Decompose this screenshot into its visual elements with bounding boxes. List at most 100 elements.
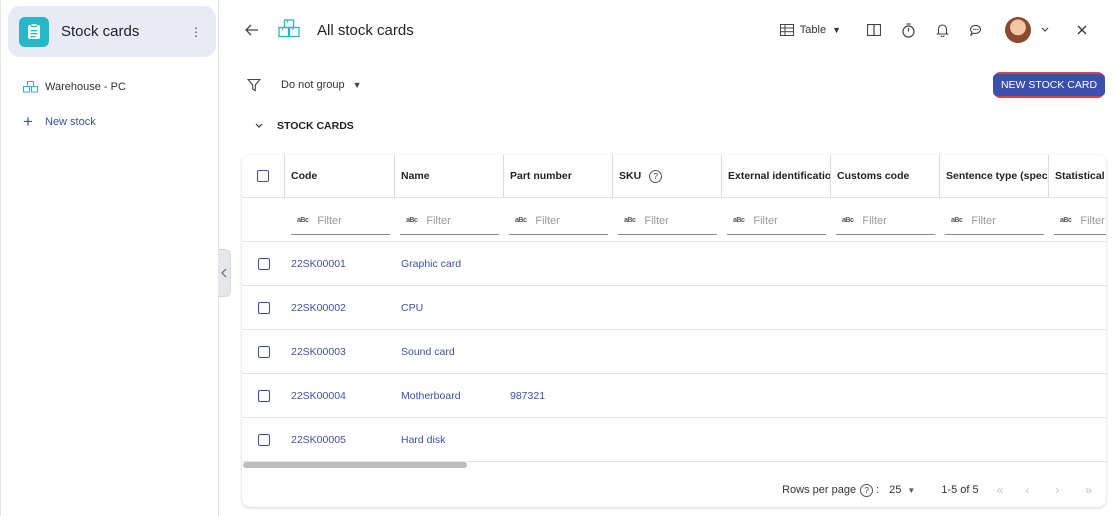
column-label: Name [401,170,430,182]
filter-input-sentence-type[interactable]: aBc Filter [945,207,1044,235]
column-label: Customs code [837,170,910,182]
text-filter-icon: aBc [406,217,418,224]
new-stock-card-label: NEW STOCK CARD [992,74,1106,96]
filter-input-statistical[interactable]: aBc Filter [1054,207,1106,235]
chat-button[interactable] [959,15,993,45]
filter-input-name[interactable]: aBc Filter [400,207,499,235]
user-menu[interactable] [997,15,1049,45]
page-title: All stock cards [317,22,414,39]
chat-icon [969,24,981,36]
filter-placeholder: Filter [862,214,887,227]
column-header-part-number[interactable]: Part number [504,155,613,197]
filter-placeholder: Filter [1080,214,1105,227]
name-link[interactable]: Graphic card [401,258,461,270]
colon: : [876,484,880,496]
next-page-icon[interactable]: › [1055,483,1059,497]
close-button[interactable] [1065,15,1099,45]
name-link[interactable]: Motherboard [401,390,461,402]
row-checkbox[interactable] [257,433,270,446]
rows-per-page-value: 25 [889,484,902,496]
last-page-icon[interactable]: » [1085,483,1092,497]
column-header-external-identification[interactable]: External identification [722,155,831,197]
caret-down-icon: ▼ [832,25,841,35]
sidebar-item-warehouse-pc[interactable]: Warehouse - PC [23,77,126,97]
more-vert-icon[interactable]: ⋮ [186,25,206,39]
clipboard-icon [19,16,49,47]
app-switcher[interactable]: Stock cards ⋮ [8,6,216,57]
code-link[interactable]: 22SK00003 [291,346,346,358]
filter-button[interactable] [246,78,262,95]
text-filter-icon: aBc [1060,217,1072,224]
part-number-value: 987321 [510,389,546,402]
name-link[interactable]: Sound card [401,346,455,358]
rows-per-page-label: Rows per page [782,484,857,496]
text-filter-icon: aBc [733,217,745,224]
table-row[interactable]: 22SK00004 Motherboard 987321 [242,374,1106,418]
table-row[interactable]: 22SK00005 Hard disk [242,418,1106,462]
help-icon[interactable]: ? [649,169,663,183]
new-stock-card-button[interactable]: NEW STOCK CARD [992,72,1106,98]
split-view-button[interactable] [857,15,891,45]
filter-placeholder: Filter [426,214,451,227]
chevron-left-icon [221,268,227,278]
filter-input-part-number[interactable]: aBc Filter [509,207,608,235]
header-actions: Table ▼ [779,14,1099,46]
column-header-sentence-type[interactable]: Sentence type (special) [940,155,1049,197]
timer-button[interactable] [891,15,925,45]
filter-input-sku[interactable]: aBc Filter [618,207,717,235]
sidebar: Stock cards ⋮ Warehouse - PC + New stock [0,0,219,516]
warehouse-icon [23,81,45,93]
row-checkbox[interactable] [257,389,270,402]
table-row[interactable]: 22SK00003 Sound card [242,330,1106,374]
filter-row: aBc Filter aBc Filter aBc Filter aBc Filter … [242,198,1106,242]
rows-per-page-select[interactable]: 25 ▼ [889,484,915,496]
select-all-checkbox[interactable] [257,170,269,182]
sidebar-collapse-handle[interactable] [218,249,231,297]
column-header-code[interactable]: Code [285,155,395,197]
name-link[interactable]: Hard disk [401,434,445,446]
horizontal-scrollbar[interactable] [243,462,467,468]
row-checkbox[interactable] [257,301,270,314]
help-icon[interactable]: ? [860,483,874,497]
plus-icon: + [23,112,33,131]
first-page-icon[interactable]: « [997,483,1004,497]
filter-input-code[interactable]: aBc Filter [291,207,390,235]
filter-input-customs-code[interactable]: aBc Filter [836,207,935,235]
section-title: STOCK CARDS [277,120,354,132]
filter-placeholder: Filter [535,214,560,227]
table-header-row: Code Name Part number SKU? External iden… [242,155,1106,198]
code-link[interactable]: 22SK00002 [291,302,346,314]
sidebar-item-new-stock[interactable]: + New stock [23,112,96,132]
section-header-stock-cards[interactable]: STOCK CARDS [255,120,354,132]
avatar [1005,17,1031,43]
row-select-cell [242,330,285,373]
column-label: External identification [728,170,831,182]
column-label: Code [291,170,318,182]
filter-input-external-identification[interactable]: aBc Filter [727,207,826,235]
row-select-cell [242,418,285,461]
back-button[interactable] [243,21,261,39]
prev-page-icon[interactable]: ‹ [1025,483,1029,497]
column-header-customs-code[interactable]: Customs code [831,155,940,197]
caret-down-icon: ▼ [352,80,362,90]
arrow-left-icon [245,24,258,36]
filter-icon [246,78,262,92]
column-header-name[interactable]: Name [395,155,504,197]
code-link[interactable]: 22SK00005 [291,434,346,446]
notifications-button[interactable] [925,15,959,45]
code-link[interactable]: 22SK00001 [291,258,346,270]
name-link[interactable]: CPU [401,302,423,314]
table-row[interactable]: 22SK00001 Graphic card [242,242,1106,286]
select-all-cell [242,155,285,197]
row-checkbox[interactable] [257,345,270,358]
table-row[interactable]: 22SK00002 CPU [242,286,1106,330]
text-filter-icon: aBc [842,217,854,224]
group-by-select[interactable]: Do not group ▼ [281,79,362,91]
column-header-statistical[interactable]: Statistical s [1049,155,1106,197]
column-label: Statistical s [1055,170,1106,182]
view-selector[interactable]: Table ▼ [779,15,841,45]
text-filter-icon: aBc [297,217,309,224]
code-link[interactable]: 22SK00004 [291,390,346,402]
row-checkbox[interactable] [257,257,270,270]
column-header-sku[interactable]: SKU? [613,155,722,197]
